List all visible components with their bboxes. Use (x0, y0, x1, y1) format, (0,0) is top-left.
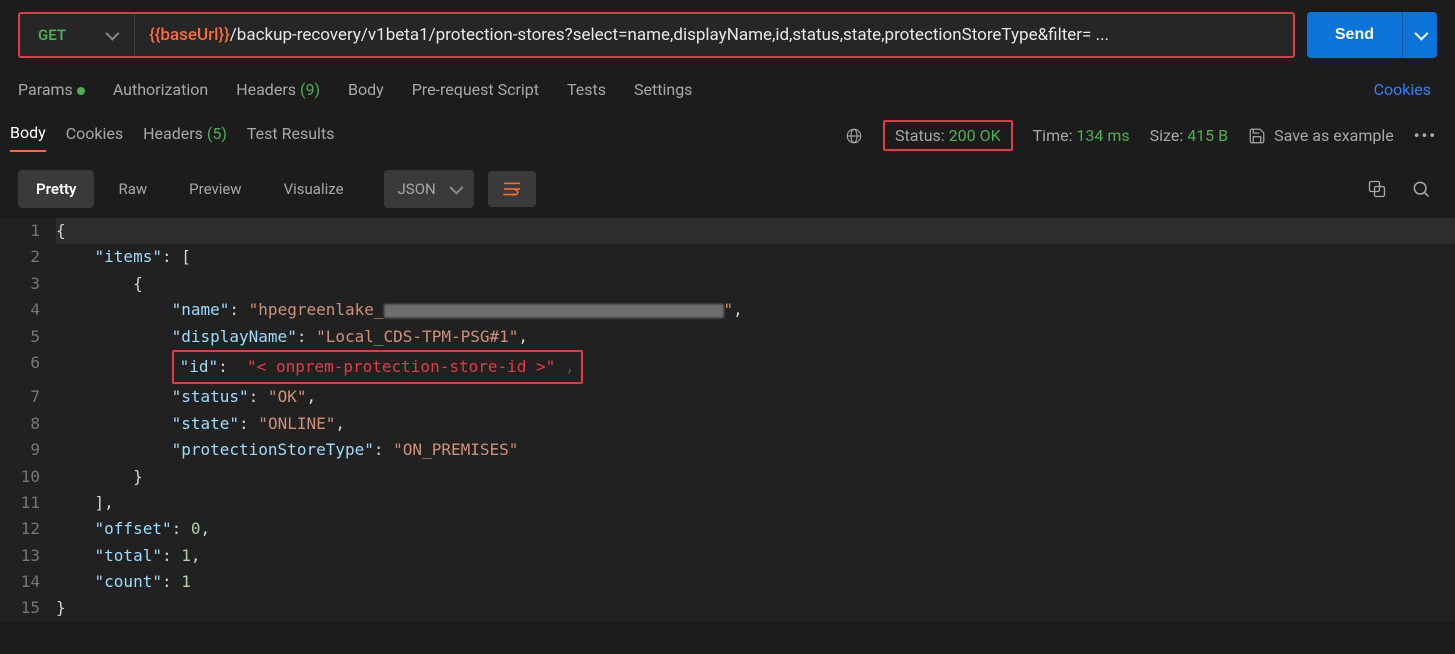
save-as-example-button[interactable]: Save as example (1248, 126, 1394, 145)
send-group: Send (1307, 12, 1437, 58)
request-tabs: Params Authorization Headers (9) Body Pr… (0, 70, 1455, 113)
line-number: 15 (0, 595, 56, 621)
line-number: 2 (0, 244, 56, 270)
more-options-button[interactable]: ••• (1414, 126, 1437, 145)
line-number: 5 (0, 324, 56, 350)
tab-authorization[interactable]: Authorization (113, 80, 208, 99)
line-number: 11 (0, 490, 56, 516)
line-number: 7 (0, 384, 56, 410)
view-tab-preview[interactable]: Preview (171, 170, 259, 208)
line-number: 1 (0, 218, 56, 244)
view-tab-pretty[interactable]: Pretty (18, 170, 94, 208)
url-input[interactable]: {{baseUrl}}/backup-recovery/v1beta1/prot… (135, 14, 1293, 56)
url-path: /backup-recovery/v1beta1/protection-stor… (230, 25, 1109, 45)
send-dropdown-button[interactable] (1403, 12, 1437, 58)
save-icon (1248, 127, 1266, 145)
http-method-label: GET (38, 26, 66, 44)
tab-prerequest[interactable]: Pre-request Script (412, 80, 539, 99)
line-number: 3 (0, 271, 56, 297)
line-number: 8 (0, 411, 56, 437)
status-indicator: Status: 200 OK (883, 120, 1013, 151)
format-select[interactable]: JSON (384, 170, 474, 208)
modified-dot-icon (77, 87, 85, 95)
view-tab-raw[interactable]: Raw (100, 170, 165, 208)
send-button[interactable]: Send (1307, 12, 1403, 58)
request-url-group: GET {{baseUrl}}/backup-recovery/v1beta1/… (18, 12, 1295, 58)
redacted-content (384, 304, 724, 318)
http-method-select[interactable]: GET (20, 14, 135, 56)
chevron-down-icon (449, 181, 463, 195)
id-field-highlight: "id": "< onprem-protection-store-id >" , (172, 350, 583, 384)
tab-tests[interactable]: Tests (567, 80, 606, 99)
view-tab-visualize[interactable]: Visualize (266, 170, 362, 208)
line-number: 12 (0, 516, 56, 542)
response-size: Size: 415 B (1150, 126, 1228, 145)
response-tab-headers[interactable]: Headers (5) (143, 120, 227, 151)
copy-icon[interactable] (1367, 179, 1387, 199)
line-number: 9 (0, 437, 56, 463)
line-number: 13 (0, 543, 56, 569)
line-number: 14 (0, 569, 56, 595)
line-number: 4 (0, 297, 56, 323)
response-tab-cookies[interactable]: Cookies (66, 120, 123, 151)
tab-body[interactable]: Body (348, 80, 384, 99)
chevron-down-icon (105, 27, 119, 41)
cookies-link[interactable]: Cookies (1374, 80, 1431, 99)
base-url-variable: {{baseUrl}} (149, 25, 230, 45)
response-time: Time: 134 ms (1033, 126, 1130, 145)
network-icon[interactable] (845, 127, 863, 145)
line-number: 10 (0, 464, 56, 490)
search-icon[interactable] (1411, 179, 1431, 199)
response-tab-body[interactable]: Body (10, 119, 46, 152)
tab-headers[interactable]: Headers (9) (236, 80, 320, 99)
response-body-code[interactable]: 1{ 2 "items": [ 3 { 4 "name": "hpegreenl… (0, 218, 1455, 622)
line-number: 6 (0, 350, 56, 384)
chevron-down-icon (1414, 27, 1428, 41)
tab-settings[interactable]: Settings (634, 80, 692, 99)
response-view-toolbar: Pretty Raw Preview Visualize JSON (0, 160, 1455, 218)
response-header: Body Cookies Headers (5) Test Results St… (0, 113, 1455, 160)
tab-params[interactable]: Params (18, 80, 85, 99)
response-tab-test-results[interactable]: Test Results (247, 120, 335, 151)
wrap-lines-button[interactable] (488, 171, 536, 207)
